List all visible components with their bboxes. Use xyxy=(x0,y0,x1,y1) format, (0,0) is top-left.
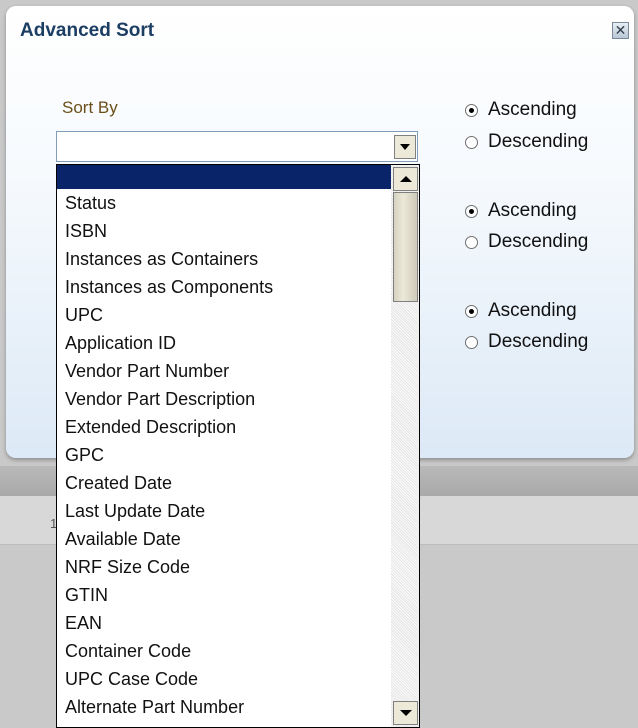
sort-by-label: Sort By xyxy=(62,98,118,117)
options-list: Status ISBN Instances as Containers Inst… xyxy=(57,165,391,721)
sort-by-dropdown-button[interactable] xyxy=(394,135,416,159)
radio-label: Ascending xyxy=(488,300,577,321)
option-item[interactable]: Available Date xyxy=(57,525,391,553)
radio-label: Ascending xyxy=(488,200,577,221)
option-item[interactable]: Vendor Part Number xyxy=(57,357,391,385)
radio-label: Ascending xyxy=(488,99,577,120)
option-item[interactable]: EAN xyxy=(57,609,391,637)
option-item[interactable]: Alternate Part Number xyxy=(57,693,391,721)
scroll-down-button[interactable] xyxy=(393,701,418,725)
option-item[interactable]: UPC Case Code xyxy=(57,665,391,693)
radio-unchecked-icon[interactable] xyxy=(465,235,478,249)
sort-by-select[interactable] xyxy=(56,131,418,162)
sort-2-descending-radio[interactable]: Descending xyxy=(465,231,588,253)
radio-unchecked-icon[interactable] xyxy=(465,135,478,149)
option-item[interactable]: UPC xyxy=(57,301,391,329)
option-item[interactable]: ISBN xyxy=(57,217,391,245)
chevron-down-icon xyxy=(400,144,410,150)
radio-checked-icon[interactable] xyxy=(465,103,478,117)
radio-label: Descending xyxy=(488,131,589,152)
option-item[interactable]: NRF Size Code xyxy=(57,553,391,581)
option-item[interactable] xyxy=(57,165,391,189)
sort-1-ascending-radio[interactable]: Ascending xyxy=(465,99,577,121)
sort-2-ascending-radio[interactable]: Ascending xyxy=(465,200,577,222)
option-item[interactable]: GPC xyxy=(57,441,391,469)
chevron-down-icon xyxy=(400,710,412,716)
option-item[interactable]: Instances as Components xyxy=(57,273,391,301)
radio-checked-icon[interactable] xyxy=(465,204,478,218)
option-item[interactable]: GTIN xyxy=(57,581,391,609)
option-item[interactable]: Container Code xyxy=(57,637,391,665)
radio-label: Descending xyxy=(488,331,589,352)
radio-unchecked-icon[interactable] xyxy=(465,335,478,349)
sort-1-descending-radio[interactable]: Descending xyxy=(465,131,588,153)
option-item[interactable]: Extended Description xyxy=(57,413,391,441)
option-item[interactable]: Instances as Containers xyxy=(57,245,391,273)
scrollbar-thumb[interactable] xyxy=(393,192,418,302)
close-icon[interactable]: ✕ xyxy=(612,22,629,39)
sort-3-descending-radio[interactable]: Descending xyxy=(465,331,588,353)
options-scrollbar[interactable] xyxy=(391,165,419,727)
scroll-up-button[interactable] xyxy=(393,167,418,191)
radio-checked-icon[interactable] xyxy=(465,304,478,318)
option-item[interactable]: Application ID xyxy=(57,329,391,357)
chevron-up-icon xyxy=(400,176,412,182)
option-item[interactable]: Created Date xyxy=(57,469,391,497)
dialog-title: Advanced Sort xyxy=(20,20,155,41)
option-item[interactable]: Last Update Date xyxy=(57,497,391,525)
sort-by-options-list: Status ISBN Instances as Containers Inst… xyxy=(56,164,420,728)
radio-label: Descending xyxy=(488,231,589,252)
option-item[interactable]: Status xyxy=(57,189,391,217)
sort-3-ascending-radio[interactable]: Ascending xyxy=(465,300,577,322)
option-item[interactable]: Vendor Part Description xyxy=(57,385,391,413)
